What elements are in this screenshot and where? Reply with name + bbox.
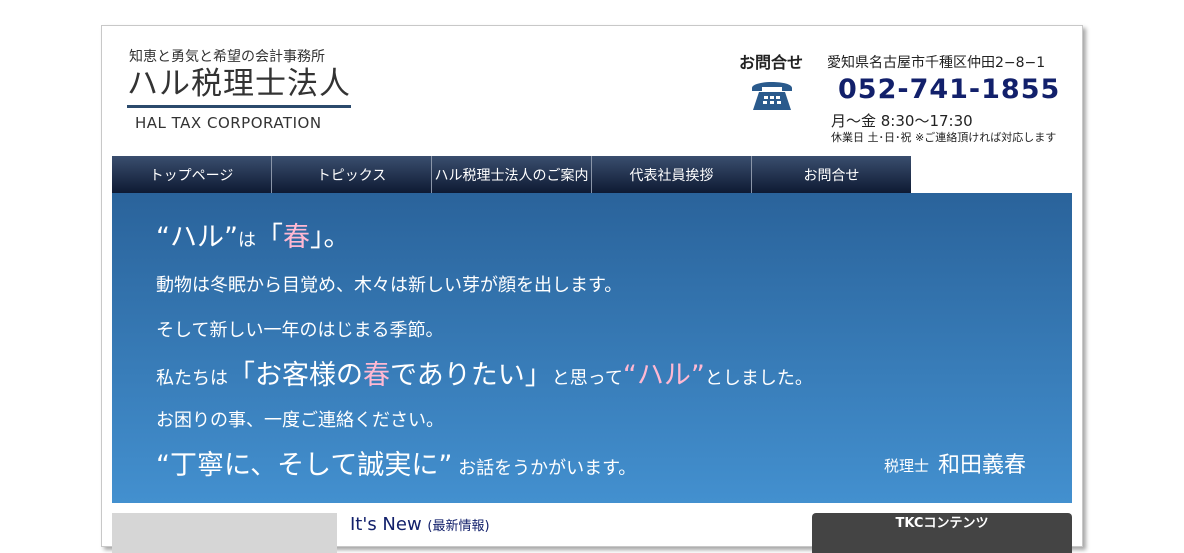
nav-item-top[interactable]: トップページ	[112, 156, 272, 193]
global-nav: トップページ トピックス ハル税理士法人のご案内 代表社員挨拶 お問合せ	[112, 156, 911, 193]
tel-number[interactable]: 052-741-1855	[838, 74, 1060, 105]
tkc-contents-header: TKCコンテンツ	[812, 513, 1072, 553]
site-logo-en: HAL TAX CORPORATION	[135, 114, 322, 132]
nav-item-topics[interactable]: トピックス	[272, 156, 432, 193]
site-logo[interactable]: ハル税理士法人	[127, 64, 351, 108]
holiday-note: 休業日 土･日･祝 ※ご連絡頂ければ対応します	[831, 131, 1057, 144]
signature-title: 税理士	[884, 457, 930, 475]
nav-item-contact[interactable]: お問合せ	[752, 156, 911, 193]
side-banner[interactable]	[112, 513, 337, 553]
hero-line-5: お困りの事、一度ご連絡ください。	[156, 410, 444, 431]
contact-title: お問合せ	[739, 53, 804, 72]
hero-line-3: そして新しい一年のはじまる季節。	[156, 320, 444, 341]
phone-icon	[752, 82, 792, 110]
nav-item-greeting[interactable]: 代表社員挨拶	[592, 156, 752, 193]
news-heading: It's New (最新情報)	[350, 514, 490, 535]
nav-item-about[interactable]: ハル税理士法人のご案内	[432, 156, 592, 193]
hero-line-2: 動物は冬眠から目覚め、木々は新しい芽が顔を出します。	[156, 275, 623, 296]
signature-name: 和田義春	[938, 453, 1027, 478]
business-hours: 月〜金 8:30〜17:30	[831, 112, 973, 130]
hero-line-1: “ハル”は「春」。	[156, 222, 351, 253]
tagline: 知恵と勇気と希望の会計事務所	[129, 49, 325, 65]
page-container: 知恵と勇気と希望の会計事務所 ハル税理士法人 HAL TAX CORPORATI…	[101, 25, 1083, 553]
hero-banner: “ハル”は「春」。 動物は冬眠から目覚め、木々は新しい芽が顔を出します。 そして…	[112, 193, 1072, 503]
hero-line-6: “丁寧に、そして誠実に” お話をうかがいます。	[156, 450, 637, 481]
address: 愛知県名古屋市千種区仲田2−8−1	[827, 55, 1046, 71]
hero-line-4: 私たちは「お客様の春でありたい」と思って“ハル”としました。	[156, 360, 813, 391]
